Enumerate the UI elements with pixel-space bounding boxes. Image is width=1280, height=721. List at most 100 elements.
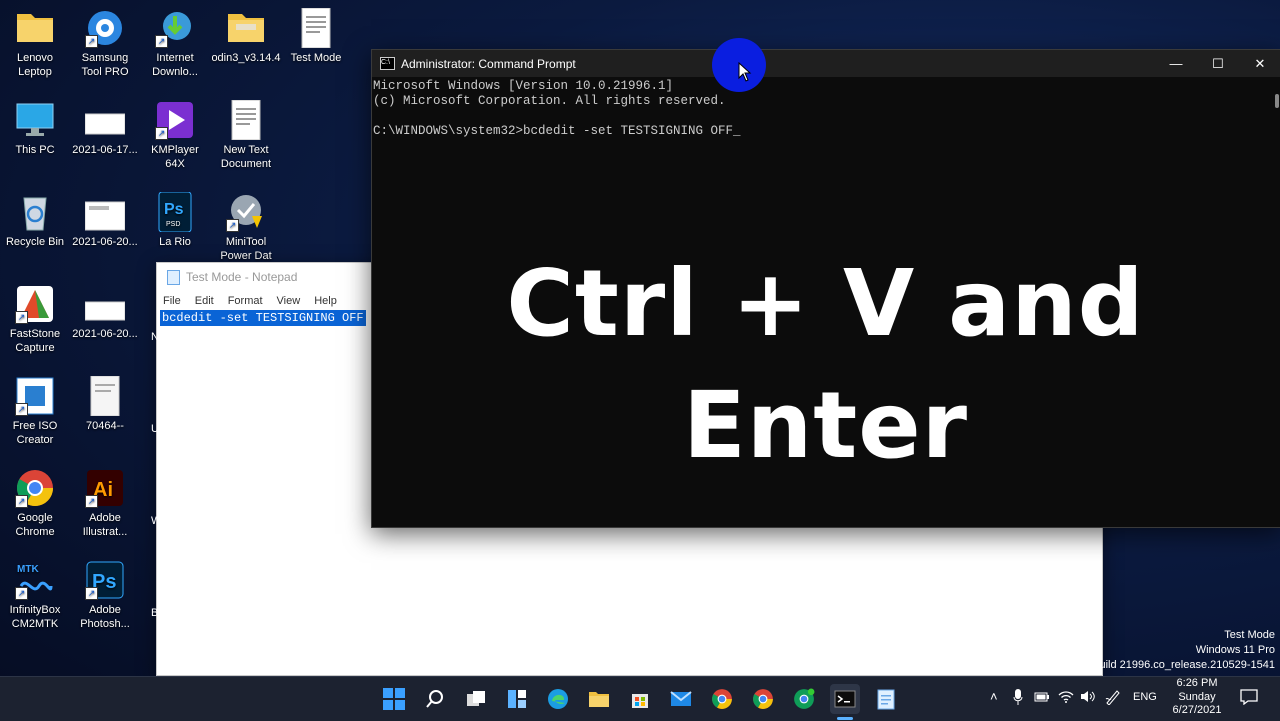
desktop-icon-label: odin3_v3.14.4 [211, 52, 281, 64]
desktop-icon-test-mode[interactable]: Test Mode [278, 7, 354, 65]
store-button[interactable] [625, 684, 655, 714]
desktop-icon-label: Test Mode [290, 52, 342, 64]
cmd-titlebar[interactable]: C:\ Administrator: Command Prompt — ☐ ✕ [372, 50, 1280, 77]
desktop-icon-label: This PC [15, 144, 55, 156]
desktop-icon-lenovo-leptop[interactable]: Lenovo Leptop [0, 8, 73, 79]
mail-button[interactable] [666, 684, 696, 714]
store-icon [632, 694, 648, 708]
chrome-profile-button[interactable] [748, 684, 778, 714]
desktop-icon-odin3[interactable]: odin3_v3.14.4 [208, 8, 284, 65]
cmd-title: Administrator: Command Prompt [401, 56, 576, 71]
console-line: (c) Microsoft Corporation. All rights re… [373, 94, 726, 108]
desktop-icon-screenshot-0620b[interactable]: 2021-06-20... [67, 284, 143, 341]
folder-icon [226, 8, 266, 48]
desktop-icon-infinitybox[interactable]: MTK ↗ InfinityBox CM2MTK [0, 560, 73, 631]
notepad-title: Test Mode - Notepad [186, 270, 298, 284]
volume-icon[interactable] [1080, 690, 1096, 706]
test-mode-watermark: Test Mode Windows 11 Pro Build 21996.co_… [1092, 628, 1275, 673]
task-view-icon [467, 691, 485, 706]
desktop-icon-kmplayer[interactable]: ↗ KMPlayer 64X [137, 100, 213, 171]
desktop-icon-samsung-tool[interactable]: ↗ Samsung Tool PRO [67, 8, 143, 79]
desktop-icon-recycle-bin[interactable]: Recycle Bin [0, 192, 73, 249]
file-explorer-button[interactable] [584, 684, 614, 714]
image-file-icon [84, 192, 126, 232]
gear-icon: ↗ [85, 8, 125, 48]
text-file-icon [296, 7, 336, 49]
maximize-button[interactable]: ☐ [1197, 50, 1239, 77]
clock[interactable]: 6:26 PM Sunday 6/27/2021 [1162, 677, 1232, 718]
notepad-taskbar-button[interactable] [871, 684, 901, 714]
image-file-icon [84, 284, 126, 324]
desktop-icon-free-iso-creator[interactable]: ↗ Free ISO Creator [0, 376, 73, 447]
desktop-icon-label: Free ISO Creator [12, 420, 58, 446]
chrome-icon: ↗ [15, 468, 55, 508]
cmd-scrollbar[interactable] [1275, 94, 1279, 108]
desktop-icon-minitool[interactable]: ↗ MiniTool Power Dat [208, 192, 284, 263]
pen-icon[interactable] [1105, 689, 1121, 708]
image-file-icon [84, 100, 126, 140]
minitool-icon: ↗ [226, 192, 266, 232]
close-button[interactable]: ✕ [1239, 50, 1280, 77]
menu-help[interactable]: Help [314, 295, 337, 307]
svg-text:Ps: Ps [164, 201, 184, 218]
cmd-console[interactable]: Microsoft Windows [Version 10.0.21996.1]… [372, 77, 1280, 139]
clock-time: 6:26 PM [1176, 677, 1218, 689]
text-file-icon [226, 99, 266, 141]
terminal-taskbar-button[interactable] [830, 684, 860, 714]
desktop-icon-70464[interactable]: 70464-- [67, 375, 143, 433]
clock-day: Sunday [1178, 690, 1216, 703]
desktop-icon-adobe-illustrator[interactable]: Ai ↗ Adobe Illustrat... [67, 468, 143, 539]
chrome-button[interactable] [707, 684, 737, 714]
search-button[interactable] [420, 684, 450, 714]
start-button[interactable] [379, 684, 409, 714]
chrome-icon [712, 689, 732, 709]
microphone-icon[interactable] [1013, 689, 1023, 708]
partial-desktop-label: U [151, 423, 159, 435]
chrome-app-button[interactable] [789, 684, 819, 714]
notepad-selected-text[interactable]: bcdedit -set TESTSIGNING OFF [160, 310, 366, 326]
desktop-icon-la-rio[interactable]: Ps PSD La Rio [137, 191, 213, 249]
edge-button[interactable] [543, 684, 573, 714]
desktop-icon-label: KMPlayer 64X [151, 144, 199, 170]
desktop-icon-label: 70464-- [86, 420, 124, 432]
terminal-icon [834, 690, 856, 708]
infinitybox-icon: MTK ↗ [15, 560, 55, 600]
document-icon [85, 375, 125, 417]
desktop-icon-label: InfinityBox CM2MTK [9, 604, 61, 630]
notepad-icon [877, 689, 895, 710]
desktop-icon-label: 2021-06-20... [72, 236, 138, 248]
battery-icon[interactable] [1034, 691, 1050, 706]
menu-format[interactable]: Format [228, 295, 263, 307]
desktop-icon-label: Adobe Illustrat... [82, 512, 128, 538]
wifi-icon[interactable] [1058, 690, 1074, 706]
caption-line-2: Enter [682, 372, 969, 479]
desktop-icon-adobe-photoshop[interactable]: Ps ↗ Adobe Photosh... [67, 560, 143, 631]
widgets-button[interactable] [502, 684, 532, 714]
minimize-button[interactable]: — [1155, 50, 1197, 77]
watermark-line: Test Mode [1224, 629, 1275, 641]
chevron-up-icon[interactable]: ˄ [990, 689, 998, 704]
edge-icon [548, 689, 568, 709]
desktop-icon-this-pc[interactable]: This PC [0, 100, 73, 157]
notification-icon[interactable] [1240, 689, 1258, 708]
chrome-icon [753, 689, 773, 709]
iso-creator-icon: ↗ [15, 376, 55, 416]
task-view-button[interactable] [461, 684, 491, 714]
desktop-icon-screenshot-0617[interactable]: 2021-06-17... [67, 100, 143, 157]
desktop-icon-google-chrome[interactable]: ↗ Google Chrome [0, 468, 73, 539]
console-line: Microsoft Windows [Version 10.0.21996.1] [373, 79, 674, 93]
menu-view[interactable]: View [277, 295, 301, 307]
kmplayer-icon: ↗ [155, 100, 195, 140]
language-indicator[interactable]: ENG [1133, 691, 1157, 703]
desktop-icon-faststone-capture[interactable]: ↗ FastStone Capture [0, 284, 73, 355]
menu-file[interactable]: File [163, 295, 181, 307]
desktop-icon-internet-download-manager[interactable]: ↗ Internet Downlo... [137, 8, 213, 79]
desktop-icon-new-text-document[interactable]: New Text Document [208, 99, 284, 171]
desktop-icon-label: Internet Downlo... [152, 52, 198, 78]
desktop-icon-screenshot-0620a[interactable]: 2021-06-20... [67, 192, 143, 249]
photoshop-icon: Ps ↗ [85, 560, 125, 600]
menu-edit[interactable]: Edit [195, 295, 214, 307]
console-line: C:\WINDOWS\system32>bcdedit -set TESTSIG… [373, 124, 741, 138]
illustrator-icon: Ai ↗ [85, 468, 125, 508]
